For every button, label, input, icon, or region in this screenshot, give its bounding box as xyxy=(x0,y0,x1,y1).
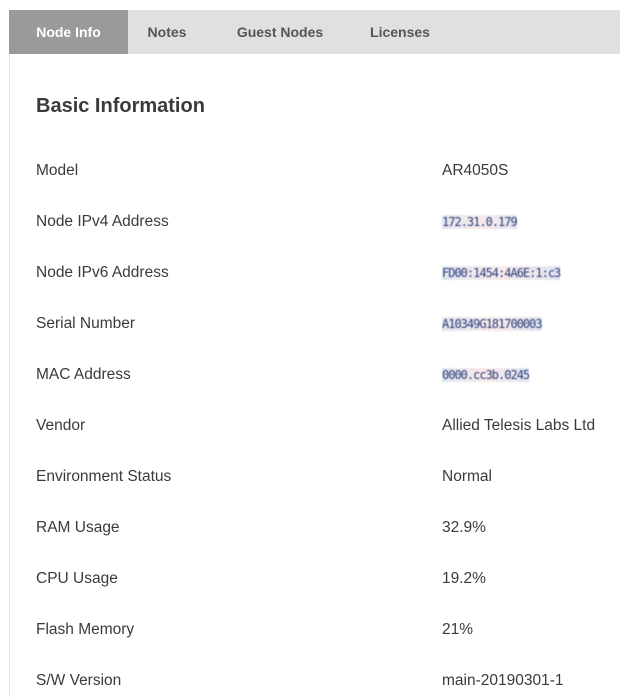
info-row-environment: Environment Status Normal xyxy=(36,466,620,490)
row-value: 19.2% xyxy=(442,570,486,587)
section-title: Basic Information xyxy=(36,95,205,117)
row-label: Flash Memory xyxy=(36,621,135,638)
row-value: main-20190301-1 xyxy=(442,672,564,689)
row-label: Node IPv4 Address xyxy=(36,213,169,230)
info-row-sw-version: S/W Version main-20190301-1 xyxy=(36,670,620,694)
info-row-flash: Flash Memory 21% xyxy=(36,619,620,643)
row-label: Model xyxy=(36,162,79,179)
info-row-model: Model AR4050S xyxy=(36,160,620,184)
row-label: S/W Version xyxy=(36,672,122,689)
tab-notes[interactable]: Notes xyxy=(134,10,200,54)
row-label: Serial Number xyxy=(36,315,136,332)
row-value: Allied Telesis Labs Ltd xyxy=(442,417,596,434)
row-label: CPU Usage xyxy=(36,570,118,587)
tab-licenses[interactable]: Licenses xyxy=(356,10,444,54)
info-row-serial: Serial Number A10349G181700003 xyxy=(36,313,620,337)
row-value: 0000.cc3b.0245 xyxy=(442,368,530,382)
row-value: A10349G181700003 xyxy=(442,317,543,331)
row-label: Node IPv6 Address xyxy=(36,264,169,281)
row-value: FD00:1454:4A6E:1:c3 xyxy=(442,266,561,280)
tab-bar: Node Info Notes Guest Nodes Licenses xyxy=(9,10,620,54)
row-label: RAM Usage xyxy=(36,519,120,536)
row-value: AR4050S xyxy=(442,162,509,179)
tab-node-info[interactable]: Node Info xyxy=(9,10,128,54)
row-label: MAC Address xyxy=(36,366,131,383)
info-row-ipv6: Node IPv6 Address FD00:1454:4A6E:1:c3 xyxy=(36,262,620,286)
info-row-ram: RAM Usage 32.9% xyxy=(36,517,620,541)
row-value: 32.9% xyxy=(442,519,486,536)
row-label: Vendor xyxy=(36,417,86,434)
row-value: Normal xyxy=(442,468,492,485)
info-row-vendor: Vendor Allied Telesis Labs Ltd xyxy=(36,415,620,439)
row-value: 21% xyxy=(442,621,474,638)
info-row-cpu: CPU Usage 19.2% xyxy=(36,568,620,592)
info-row-mac: MAC Address 0000.cc3b.0245 xyxy=(36,364,620,388)
node-info-panel: Node Info Notes Guest Nodes Licenses Bas… xyxy=(0,0,620,697)
tab-guest-nodes[interactable]: Guest Nodes xyxy=(216,10,344,54)
row-label: Environment Status xyxy=(36,468,172,485)
row-value: 172.31.0.179 xyxy=(442,215,518,229)
content-left-border xyxy=(9,54,10,697)
info-row-ipv4: Node IPv4 Address 172.31.0.179 xyxy=(36,211,620,235)
